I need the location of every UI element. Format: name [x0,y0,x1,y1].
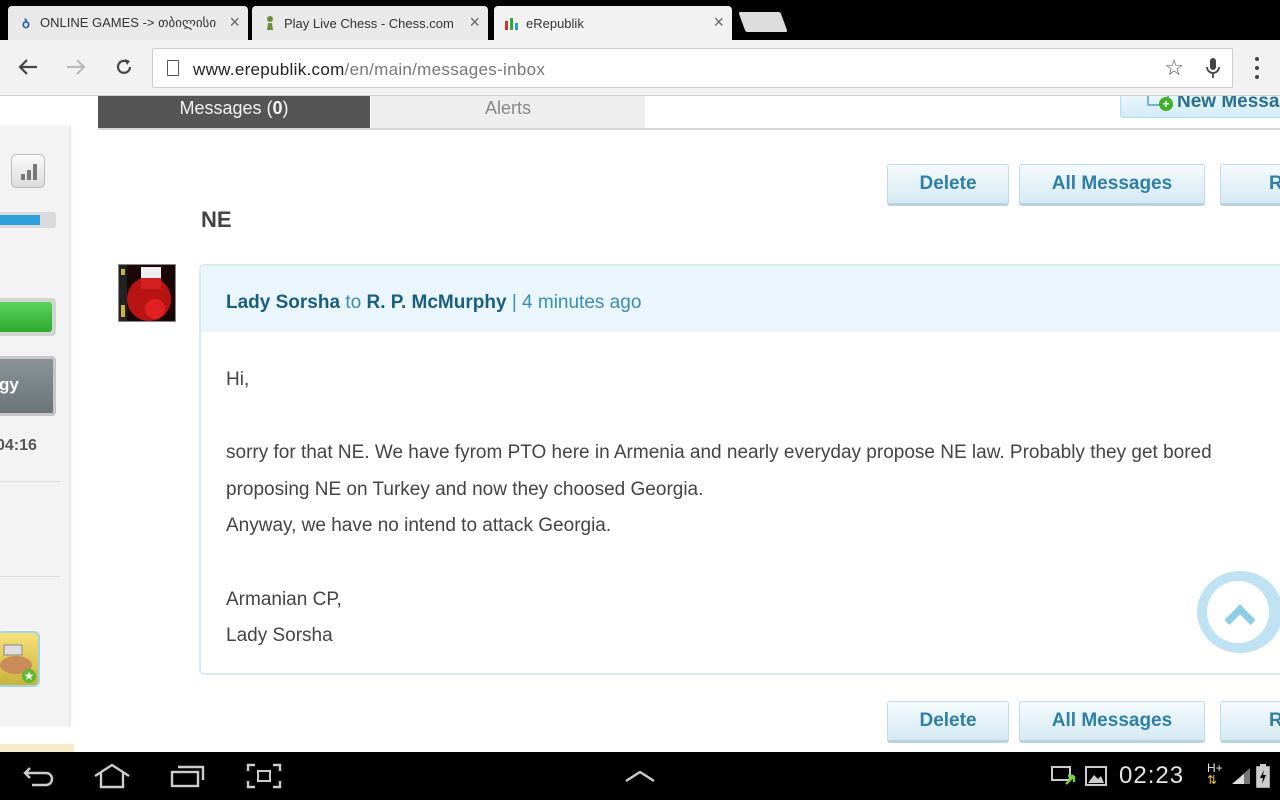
browser-tab-strip: Ბ ONLINE GAMES -> თბილისი × Play Live Ch… [0,0,1280,40]
to-word: to [345,292,362,313]
divider [0,481,60,482]
delete-button-bottom[interactable]: Delete [887,701,1009,743]
business-handshake-icon[interactable]: ★ [0,631,40,687]
all-messages-button-bottom[interactable]: All Messages [1019,701,1205,743]
signal-strength-icon [1230,762,1252,790]
new-message-label: New Messa [1177,96,1280,112]
reply-label: R [1269,173,1280,194]
network-type-indicator: H+ ⇅ [1207,761,1223,787]
energy-bar-fill [0,302,52,332]
meta-separator: | [511,292,517,313]
tab-title: ONLINE GAMES -> თბილისი [40,15,217,30]
url-text[interactable]: www.erepublik.com/en/main/messages-inbox [193,60,545,80]
close-tab-icon[interactable]: × [713,13,724,31]
energy-bar[interactable] [0,298,56,336]
reply-label: R [1269,710,1280,731]
tab-messages[interactable]: Messages (0) [98,96,370,128]
experience-bar-fill [0,215,40,225]
browser-tab-chess[interactable]: Play Live Chess - Chess.com × [252,6,488,40]
tab-messages-count: 0 [272,97,283,118]
all-messages-button[interactable]: All Messages [1019,164,1205,206]
forward-arrow-icon[interactable] [61,52,91,82]
scroll-to-top-inner [1207,581,1269,643]
recent-apps-icon[interactable] [170,762,206,790]
pawn-favicon-icon [262,15,278,31]
home-icon[interactable] [92,762,132,790]
message-line: sorry for that NE. We have fyrom PTO her… [226,442,1212,500]
new-tab-button[interactable] [738,12,788,32]
delete-label: Delete [919,710,977,731]
bog-favicon-icon: Ბ [21,16,31,31]
all-messages-label: All Messages [1051,173,1173,194]
scroll-to-top-button[interactable] [1197,571,1280,653]
energy-button[interactable]: gy [0,356,56,416]
all-messages-label: All Messages [1051,710,1173,731]
message-body: Hi, sorry for that NE. We have fyrom PTO… [226,362,1266,655]
sender-link[interactable]: Lady Sorsha [226,292,340,313]
delete-button[interactable]: Delete [887,164,1009,206]
erepublik-favicon-icon [504,15,520,31]
tab-title: Play Live Chess - Chess.com [284,15,454,31]
left-sidebar: gy 04:16 ★ [0,126,70,726]
star-badge-icon: ★ [22,669,36,683]
new-message-button[interactable]: + New Messa [1120,96,1280,118]
inbox-tabs: Messages (0) Alerts [98,96,1280,130]
recipient-link[interactable]: R. P. McMurphy [366,292,506,313]
message-card: Lady Sorsha to R. P. McMurphy | 4 minute… [199,264,1280,675]
address-bar[interactable]: www.erepublik.com/en/main/messages-inbox… [152,48,1233,88]
tab-alerts-label: Alerts [484,97,531,118]
message-line [226,399,1266,436]
experience-bar [0,212,56,228]
screenshot-icon[interactable] [246,762,282,790]
back-icon[interactable] [22,762,56,790]
close-tab-icon[interactable]: × [469,13,480,31]
sender-avatar[interactable] [118,264,176,322]
status-clock: 02:23 [1119,762,1185,789]
delete-label: Delete [919,173,977,194]
browser-tab-online-games[interactable]: Ბ ONLINE GAMES -> თბილისი × [8,6,248,40]
gallery-icon [1084,762,1108,790]
battery-charging-icon [1256,762,1270,790]
tab-alerts[interactable]: Alerts [371,96,645,128]
reply-button-bottom[interactable]: R [1220,701,1280,743]
message-time: 4 minutes ago [522,292,642,313]
plus-icon: + [1159,97,1173,111]
tab-title: eRepublik [526,15,584,31]
energy-button-label: gy [0,375,19,394]
screen-sync-icon [1050,762,1078,790]
message-line [226,545,1266,582]
microphone-icon[interactable] [1206,57,1220,79]
message-header: Lady Sorsha to R. P. McMurphy | 4 minute… [201,266,1280,332]
reply-button[interactable]: R [1220,164,1280,206]
url-host: www.erepublik.com [193,60,345,79]
message-line: Hi, [226,369,250,390]
chevron-up-icon [1224,604,1256,636]
energy-timer: 04:16 [0,437,37,454]
message-line: Armanian CP, [226,588,342,610]
message-line: Lady Sorsha [226,625,333,647]
browser-toolbar: www.erepublik.com/en/main/messages-inbox… [0,40,1280,96]
browser-menu-icon[interactable] [1245,54,1269,82]
message-subject: NE [201,207,232,232]
bookmark-star-icon[interactable]: ☆ [1164,55,1184,81]
divider [0,576,60,577]
browser-tab-erepublik[interactable]: eRepublik × [494,6,732,40]
close-tab-icon[interactable]: × [229,13,240,31]
message-meta: Lady Sorsha to R. P. McMurphy | 4 minute… [226,292,641,314]
tab-messages-paren: ( [261,97,273,118]
back-arrow-icon[interactable] [13,52,43,82]
sidebar-bottom-strip [0,744,74,752]
tab-messages-label: Messages [179,97,262,118]
page-content: gy 04:16 ★ Messages (0) Alerts + New Mes… [0,96,1280,752]
tab-messages-paren: ) [282,97,289,118]
message-line: Anyway, we have no intend to attack Geor… [226,515,612,537]
system-navigation-bar: 02:23 H+ ⇅ [0,752,1280,800]
stats-chart-icon[interactable] [11,154,45,188]
chevron-up-icon[interactable] [622,762,658,790]
url-path: /en/main/messages-inbox [344,60,546,79]
reload-icon[interactable] [109,52,139,82]
page-info-icon[interactable] [167,60,179,76]
